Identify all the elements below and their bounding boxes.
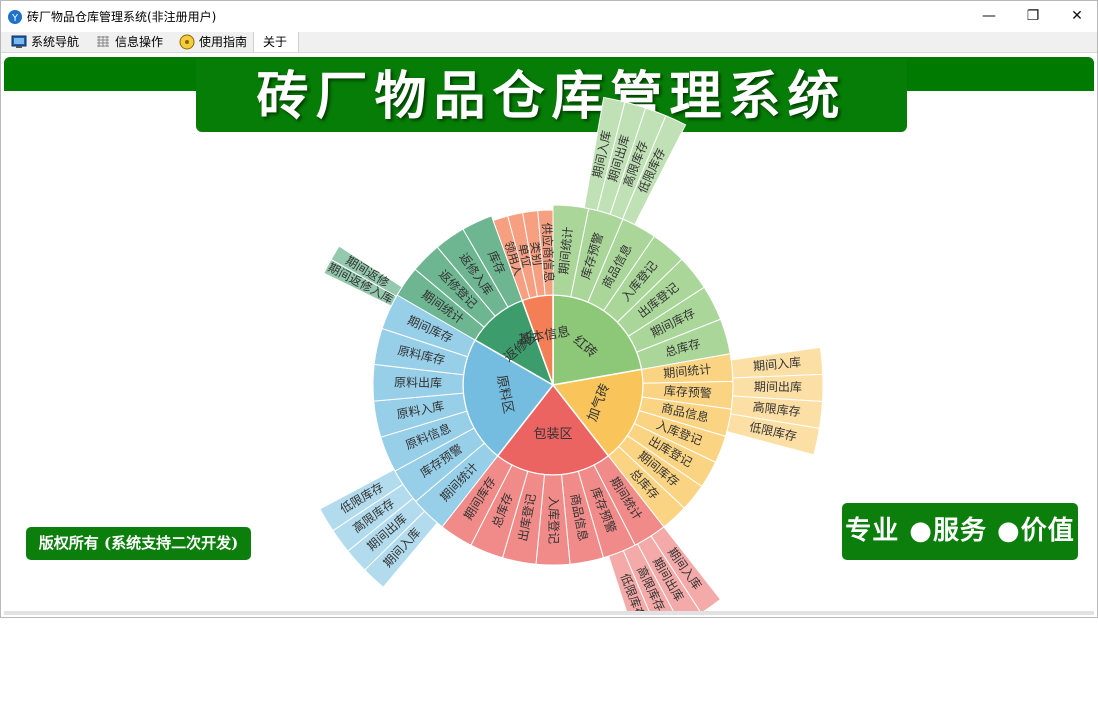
menu-label: 信息操作	[115, 35, 164, 49]
compass-icon	[179, 34, 195, 50]
menu-label: 使用指南	[199, 35, 248, 49]
app-logo-icon: Y	[8, 10, 22, 24]
sub-segment-label: 原料出库	[394, 375, 442, 391]
copyright-badge: 版权所有 (系统支持二次开发)	[26, 527, 251, 560]
svg-text:Y: Y	[11, 13, 19, 24]
menu-label: 关于	[263, 35, 288, 49]
segment-label-baozhuan: 包装区	[533, 427, 572, 442]
sub-segment-label: 入库登记	[547, 496, 562, 544]
outer-segment-label: 期间出库	[754, 379, 802, 395]
app-window: Y 砖厂物品仓库管理系统(非注册用户) — ❐ ✕ 系统导航 信息操作 使用指南…	[0, 0, 1098, 618]
menu-bar: 系统导航 信息操作 使用指南 关于	[1, 32, 1097, 53]
main-content: 砖厂物品仓库管理系统 红砖 期间统计 库存预警 商品信息 入库登记 出库登记 期间库存 总库存…	[4, 53, 1094, 615]
minimize-button[interactable]: —	[967, 1, 1011, 32]
slogan-badge: 专业 ●服务 ●价值	[842, 503, 1078, 560]
grid-icon	[97, 36, 109, 47]
title-bar: Y 砖厂物品仓库管理系统(非注册用户) — ❐ ✕	[1, 1, 1097, 32]
restore-button[interactable]: ❐	[1011, 1, 1055, 32]
menu-item-info[interactable]: 信息操作	[93, 32, 173, 52]
window-title: 砖厂物品仓库管理系统(非注册用户)	[27, 10, 217, 24]
monitor-icon	[11, 35, 27, 48]
menu-label: 系统导航	[31, 35, 80, 49]
menu-item-guide[interactable]: 使用指南	[177, 32, 257, 52]
sub-segment-label: 供应商信息	[539, 222, 557, 283]
menu-item-about[interactable]: 关于	[253, 32, 299, 52]
menu-item-nav[interactable]: 系统导航	[9, 32, 89, 52]
bottom-divider	[4, 611, 1094, 615]
sub-segment-label: 库存预警	[663, 383, 712, 401]
close-button[interactable]: ✕	[1055, 1, 1098, 32]
